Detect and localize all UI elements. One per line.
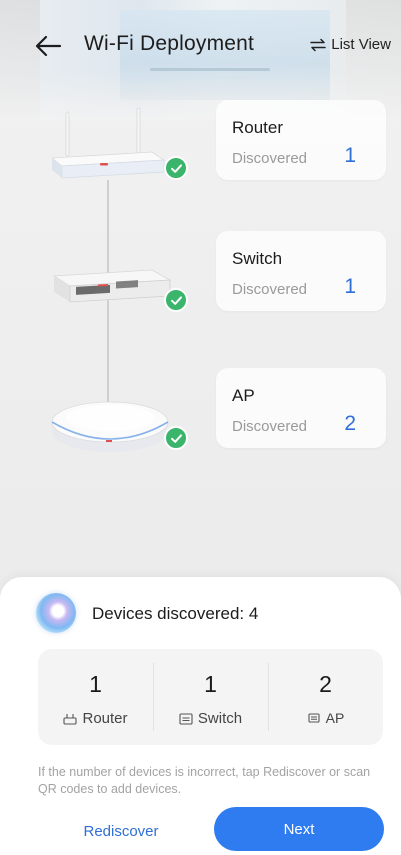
device-count: 2 — [344, 412, 356, 435]
switch-card[interactable]: Switch Discovered 1 — [216, 231, 386, 311]
discovered-check-icon — [164, 156, 188, 180]
switch-view-icon — [310, 38, 326, 51]
access-point-device-icon — [51, 401, 169, 452]
ap-icon — [308, 713, 320, 723]
ap-device[interactable] — [40, 372, 190, 472]
switch-device-icon — [52, 269, 172, 303]
discovery-summary-sheet: Devices discovered: 4 1 Router 1 Switch … — [0, 577, 401, 855]
summary-count: 1 — [89, 671, 102, 697]
device-status: Discovered — [232, 150, 308, 167]
device-name: Switch — [232, 249, 283, 268]
summary-ap: 2 AP — [268, 649, 383, 745]
rediscover-button[interactable]: Rediscover — [56, 810, 186, 852]
discovered-check-icon — [164, 426, 188, 450]
router-device[interactable] — [40, 100, 190, 200]
summary-switch: 1 Switch — [153, 649, 268, 745]
ap-card[interactable]: AP Discovered 2 — [216, 368, 386, 448]
discovery-orb-icon — [36, 593, 76, 633]
device-name: Router — [232, 118, 284, 137]
back-arrow-icon[interactable] — [34, 34, 62, 58]
top-bar: Wi-Fi Deployment List View — [0, 24, 401, 68]
list-view-label: List View — [331, 36, 391, 53]
next-button[interactable]: Next — [214, 807, 384, 851]
router-device-icon — [50, 107, 166, 179]
device-status: Discovered — [232, 281, 308, 298]
devices-discovered-text: Devices discovered: 4 — [92, 604, 259, 623]
router-card[interactable]: Router Discovered 1 — [216, 100, 386, 180]
summary-label: AP — [325, 710, 345, 726]
hint-text: If the number of devices is incorrect, t… — [38, 765, 371, 796]
summary-label: Router — [82, 710, 128, 727]
list-view-button[interactable]: List View — [310, 36, 391, 53]
switch-icon — [179, 712, 193, 725]
summary-router: 1 Router — [38, 649, 153, 745]
device-status: Discovered — [232, 418, 308, 435]
device-count: 1 — [344, 275, 356, 298]
router-icon — [63, 713, 78, 725]
device-count: 1 — [344, 144, 356, 167]
discovered-check-icon — [164, 288, 188, 312]
wifi-deployment-screen: Wi-Fi Deployment List View Router Discov… — [0, 0, 401, 855]
page-title: Wi-Fi Deployment — [84, 32, 255, 55]
device-name: AP — [232, 386, 255, 405]
device-count-summary: 1 Router 1 Switch 2 AP — [38, 649, 383, 745]
summary-count: 2 — [319, 671, 332, 697]
switch-device[interactable] — [40, 236, 190, 336]
summary-count: 1 — [204, 671, 217, 697]
summary-label: Switch — [197, 710, 243, 727]
